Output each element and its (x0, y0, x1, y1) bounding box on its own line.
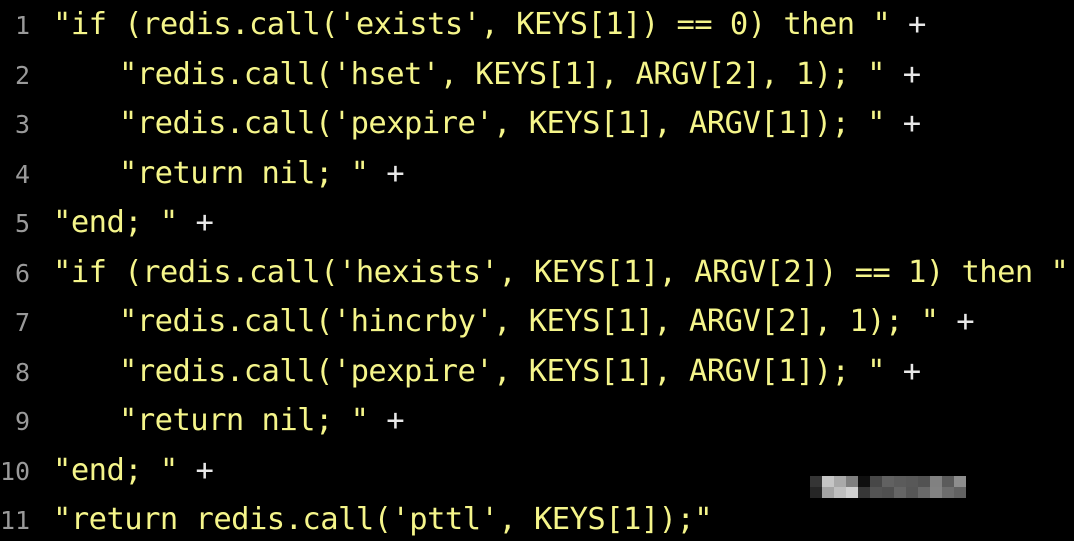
line-number: 1 (14, 11, 30, 40)
code-line[interactable]: 9 "return nil; " + (0, 396, 1074, 446)
string-literal: "return redis.call('pttl', KEYS[1]);" (53, 502, 713, 537)
line-number: 5 (14, 209, 30, 238)
concat-operator: + (902, 56, 921, 92)
code-line[interactable]: 3 "redis.call('pexpire', KEYS[1], ARGV[1]… (0, 99, 1074, 149)
line-number: 3 (14, 110, 30, 139)
code-line[interactable]: 1 "if (redis.call('exists', KEYS[1]) == 0… (0, 0, 1074, 50)
line-number: 7 (14, 308, 30, 337)
code-line-content[interactable]: "return nil; " + (30, 149, 1074, 199)
line-number: 6 (14, 258, 30, 288)
string-literal: "redis.call('pexpire', KEYS[1], ARGV[1])… (119, 106, 886, 141)
code-line-content[interactable]: "redis.call('pexpire', KEYS[1], ARGV[1])… (30, 347, 1074, 397)
string-literal: "redis.call('pexpire', KEYS[1], ARGV[1])… (119, 353, 886, 389)
code-line-content[interactable]: "redis.call('pexpire', KEYS[1], ARGV[1])… (30, 99, 1074, 149)
code-line[interactable]: 5 "end; " + (0, 198, 1074, 248)
line-number: 2 (14, 60, 30, 90)
code-line-content[interactable]: "return nil; " + (30, 396, 1074, 446)
code-line-content[interactable]: "end; " + (30, 446, 1074, 496)
code-line-content[interactable]: "redis.call('hincrby', KEYS[1], ARGV[2],… (30, 297, 1074, 347)
code-line-content[interactable]: "redis.call('hset', KEYS[1], ARGV[2], 1)… (30, 50, 1074, 100)
concat-operator: + (902, 106, 921, 141)
concat-operator: + (908, 7, 926, 42)
concat-operator: + (902, 353, 921, 389)
code-line[interactable]: 6 "if (redis.call('hexists', KEYS[1], ARG… (0, 248, 1074, 298)
code-line[interactable]: 2 "redis.call('hset', KEYS[1], ARGV[2], 1… (0, 50, 1074, 100)
concat-operator: + (386, 403, 405, 438)
line-number: 10 (0, 456, 31, 486)
code-line-content[interactable]: "return redis.call('pttl', KEYS[1]);" (30, 495, 1074, 541)
string-literal: "redis.call('hincrby', KEYS[1], ARGV[2],… (119, 304, 939, 339)
string-literal: "return nil; " (119, 155, 369, 191)
string-literal: "return nil; " (119, 403, 369, 438)
code-viewer[interactable]: 1 "if (redis.call('exists', KEYS[1]) == 0… (0, 0, 1074, 541)
string-literal: "if (redis.call('hexists', KEYS[1], ARGV… (53, 254, 1069, 290)
code-line-content[interactable]: "end; " + (30, 198, 1074, 248)
code-line-list: 1 "if (redis.call('exists', KEYS[1]) == 0… (0, 0, 1074, 541)
concat-operator: + (956, 304, 975, 339)
string-literal: "redis.call('hset', KEYS[1], ARGV[2], 1)… (119, 56, 886, 92)
string-literal: "end; " (53, 452, 178, 488)
line-number: 9 (14, 407, 30, 436)
code-line-content[interactable]: "if (redis.call('hexists', KEYS[1], ARGV… (30, 248, 1074, 298)
line-number: 11 (0, 506, 31, 535)
string-literal: "if (redis.call('exists', KEYS[1]) == 0)… (53, 7, 891, 42)
code-line-content[interactable]: "if (redis.call('exists', KEYS[1]) == 0)… (30, 0, 1074, 50)
line-number: 4 (14, 159, 30, 189)
concat-operator: + (386, 155, 405, 191)
code-line[interactable]: 4 "return nil; " + (0, 149, 1074, 199)
concat-operator: + (195, 452, 214, 488)
code-line[interactable]: 10 "end; " + (0, 446, 1074, 496)
code-line[interactable]: 7 "redis.call('hincrby', KEYS[1], ARGV[2]… (0, 297, 1074, 347)
string-literal: "end; " (53, 205, 178, 240)
concat-operator: + (195, 205, 214, 240)
code-line[interactable]: 11 "return redis.call('pttl', KEYS[1]);" (0, 495, 1074, 541)
code-line[interactable]: 8 "redis.call('pexpire', KEYS[1], ARGV[1]… (0, 347, 1074, 397)
line-number: 8 (14, 357, 30, 387)
